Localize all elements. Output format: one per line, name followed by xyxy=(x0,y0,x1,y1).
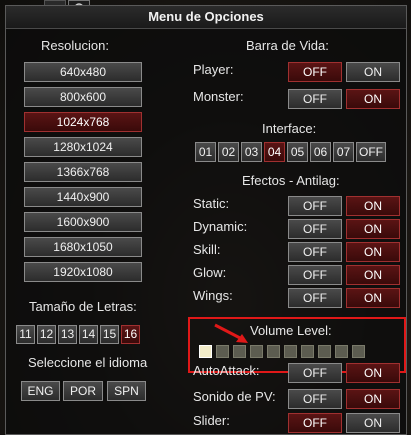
volume-segment[interactable] xyxy=(267,345,280,358)
font-size-option[interactable]: 15 xyxy=(100,325,119,344)
interface-option[interactable]: OFF xyxy=(356,142,386,162)
effect-label: Skill: xyxy=(193,242,221,257)
effect-on-button[interactable]: ON xyxy=(346,219,400,239)
resolution-option[interactable]: 1366x768 xyxy=(24,162,142,182)
font-size-option[interactable]: 12 xyxy=(37,325,56,344)
language-option[interactable]: ENG xyxy=(21,381,60,401)
volume-segment[interactable] xyxy=(250,345,263,358)
volume-label: Volume Level: xyxy=(250,323,332,338)
red-arrow-icon xyxy=(214,323,248,343)
font-size-option[interactable]: 11 xyxy=(16,325,35,344)
interface-option[interactable]: 05 xyxy=(287,142,308,162)
toggle-on-button[interactable]: ON xyxy=(346,389,400,409)
volume-segment[interactable] xyxy=(318,345,331,358)
effect-on-button[interactable]: ON xyxy=(346,196,400,216)
volume-segment[interactable] xyxy=(335,345,348,358)
effects-heading: Efectos - Antilag: xyxy=(242,173,340,188)
volume-segment[interactable] xyxy=(284,345,297,358)
monster-on-button[interactable]: ON xyxy=(346,89,400,109)
resolution-option[interactable]: 800x600 xyxy=(24,87,142,107)
resolution-option[interactable]: 1440x900 xyxy=(24,187,142,207)
resolution-option[interactable]: 1920x1080 xyxy=(24,262,142,282)
toggle-off-button[interactable]: OFF xyxy=(288,389,342,409)
interface-option[interactable]: 07 xyxy=(333,142,354,162)
effect-off-button[interactable]: OFF xyxy=(288,265,342,285)
language-option[interactable]: POR xyxy=(63,381,103,401)
effect-label: Static: xyxy=(193,196,230,211)
resolution-option[interactable]: 640x480 xyxy=(24,62,142,82)
title-bar[interactable]: Menu de Opciones xyxy=(6,6,406,29)
player-on-button[interactable]: ON xyxy=(346,62,400,82)
language-heading: Seleccione el idioma xyxy=(28,355,148,370)
font-size-option[interactable]: 14 xyxy=(79,325,98,344)
resolution-option[interactable]: 1280x1024 xyxy=(24,137,142,157)
player-off-button[interactable]: OFF xyxy=(288,62,342,82)
volume-segment[interactable] xyxy=(199,345,212,358)
monster-off-button[interactable]: OFF xyxy=(288,89,342,109)
toggle-on-button[interactable]: ON xyxy=(346,363,400,383)
effect-on-button[interactable]: ON xyxy=(346,242,400,262)
volume-segment[interactable] xyxy=(233,345,246,358)
life-bar-heading: Barra de Vida: xyxy=(246,38,329,53)
resolution-heading: Resolucion: xyxy=(41,38,109,53)
interface-option[interactable]: 03 xyxy=(241,142,262,162)
effect-off-button[interactable]: OFF xyxy=(288,242,342,262)
toggle-off-button[interactable]: OFF xyxy=(288,413,342,433)
font-size-option[interactable]: 13 xyxy=(58,325,77,344)
interface-heading: Interface: xyxy=(262,121,317,136)
effect-label: Glow: xyxy=(193,265,227,280)
volume-segment[interactable] xyxy=(216,345,229,358)
effect-off-button[interactable]: OFF xyxy=(288,196,342,216)
toggle-label: AutoAttack: xyxy=(193,363,260,378)
options-window: Menu de Opciones Resolucion: Tamaño de L… xyxy=(5,5,407,435)
toggle-label: Slider: xyxy=(193,413,230,428)
language-option[interactable]: SPN xyxy=(107,381,146,401)
effect-on-button[interactable]: ON xyxy=(346,288,400,308)
resolution-option[interactable]: 1024x768 xyxy=(24,112,142,132)
toggle-on-button[interactable]: ON xyxy=(346,413,400,433)
interface-option[interactable]: 02 xyxy=(218,142,239,162)
resolution-option[interactable]: 1600x900 xyxy=(24,212,142,232)
effect-label: Dynamic: xyxy=(193,219,248,234)
window-title: Menu de Opciones xyxy=(148,9,264,24)
toggle-off-button[interactable]: OFF xyxy=(288,363,342,383)
interface-option[interactable]: 06 xyxy=(310,142,331,162)
player-label: Player: xyxy=(193,62,234,77)
effect-off-button[interactable]: OFF xyxy=(288,219,342,239)
monster-label: Monster: xyxy=(193,89,244,104)
volume-segment[interactable] xyxy=(352,345,365,358)
interface-option[interactable]: 04 xyxy=(264,142,285,162)
effect-on-button[interactable]: ON xyxy=(346,265,400,285)
effect-label: Wings: xyxy=(193,288,233,303)
resolution-option[interactable]: 1680x1050 xyxy=(24,237,142,257)
interface-option[interactable]: 01 xyxy=(195,142,216,162)
toggle-label: Sonido de PV: xyxy=(193,389,276,404)
volume-segment[interactable] xyxy=(301,345,314,358)
font-size-heading: Tamaño de Letras: xyxy=(29,299,137,314)
effect-off-button[interactable]: OFF xyxy=(288,288,342,308)
font-size-option[interactable]: 16 xyxy=(121,325,140,344)
